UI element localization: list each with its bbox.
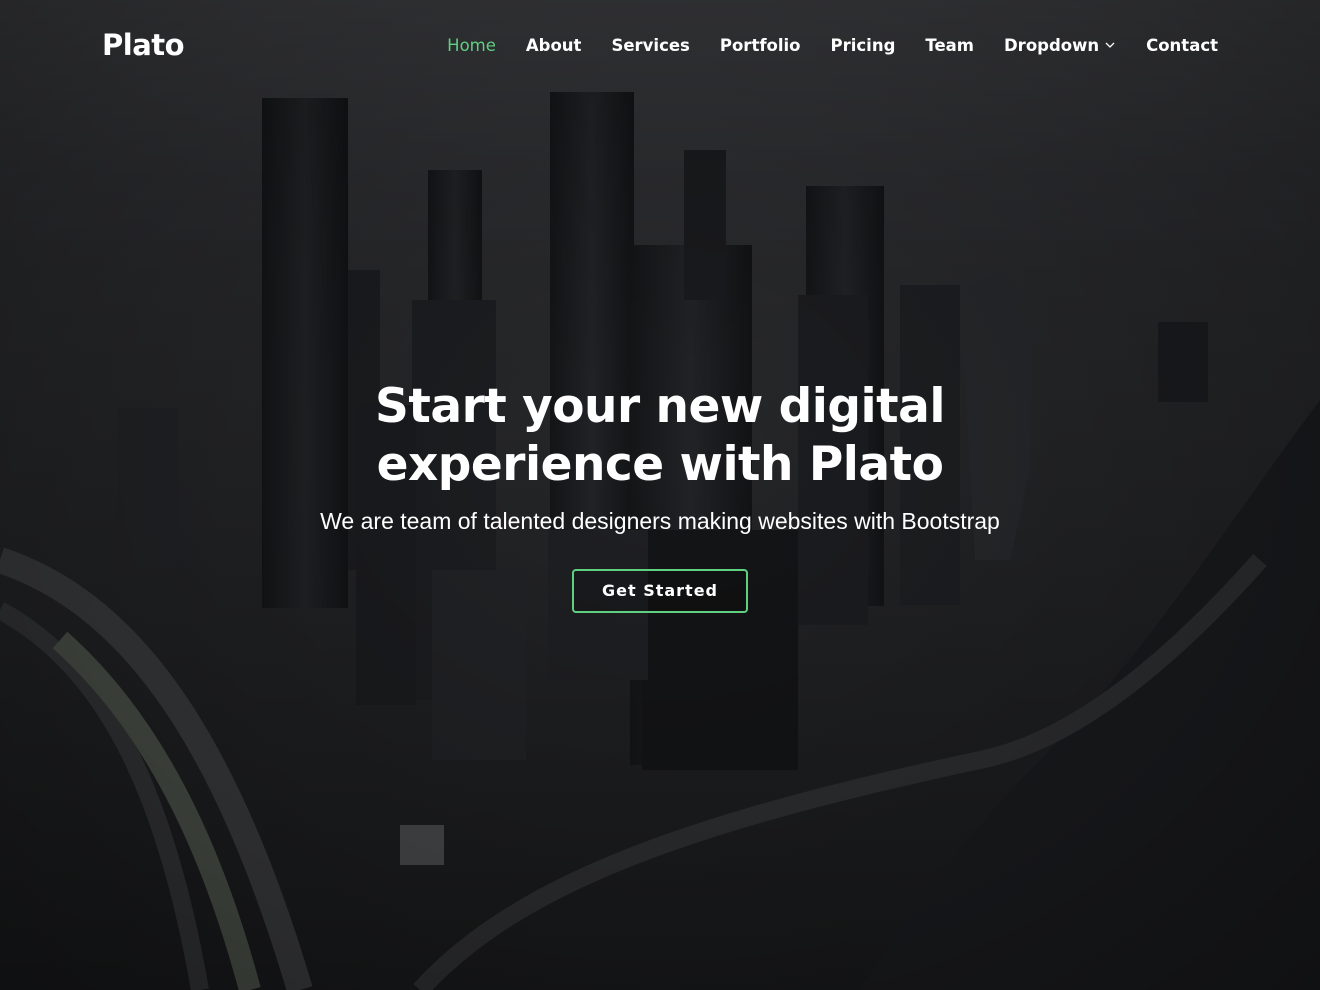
nav-item-about[interactable]: About	[526, 36, 582, 55]
nav-item-pricing[interactable]: Pricing	[831, 36, 896, 55]
get-started-button[interactable]: Get Started	[572, 569, 748, 613]
site-header: Plato Home About Services Portfolio Pric…	[0, 0, 1320, 90]
nav-item-portfolio[interactable]: Portfolio	[720, 36, 801, 55]
nav-item-contact[interactable]: Contact	[1146, 36, 1218, 55]
brand-logo[interactable]: Plato	[102, 28, 185, 62]
hero-subtitle: We are team of talented designers making…	[320, 508, 1000, 534]
nav-item-home[interactable]: Home	[447, 36, 496, 55]
hero-section: Plato Home About Services Portfolio Pric…	[0, 0, 1320, 990]
nav-item-dropdown[interactable]: Dropdown	[1004, 36, 1116, 55]
nav-item-team[interactable]: Team	[925, 36, 974, 55]
hero-content: Start your new digital experience with P…	[0, 378, 1320, 613]
nav-item-services[interactable]: Services	[611, 36, 689, 55]
nav-item-dropdown-label: Dropdown	[1003, 35, 1100, 55]
hero-title: Start your new digital experience with P…	[375, 379, 945, 492]
chevron-down-icon	[1105, 42, 1115, 48]
main-nav: Home About Services Portfolio Pricing Te…	[417, 36, 1218, 55]
